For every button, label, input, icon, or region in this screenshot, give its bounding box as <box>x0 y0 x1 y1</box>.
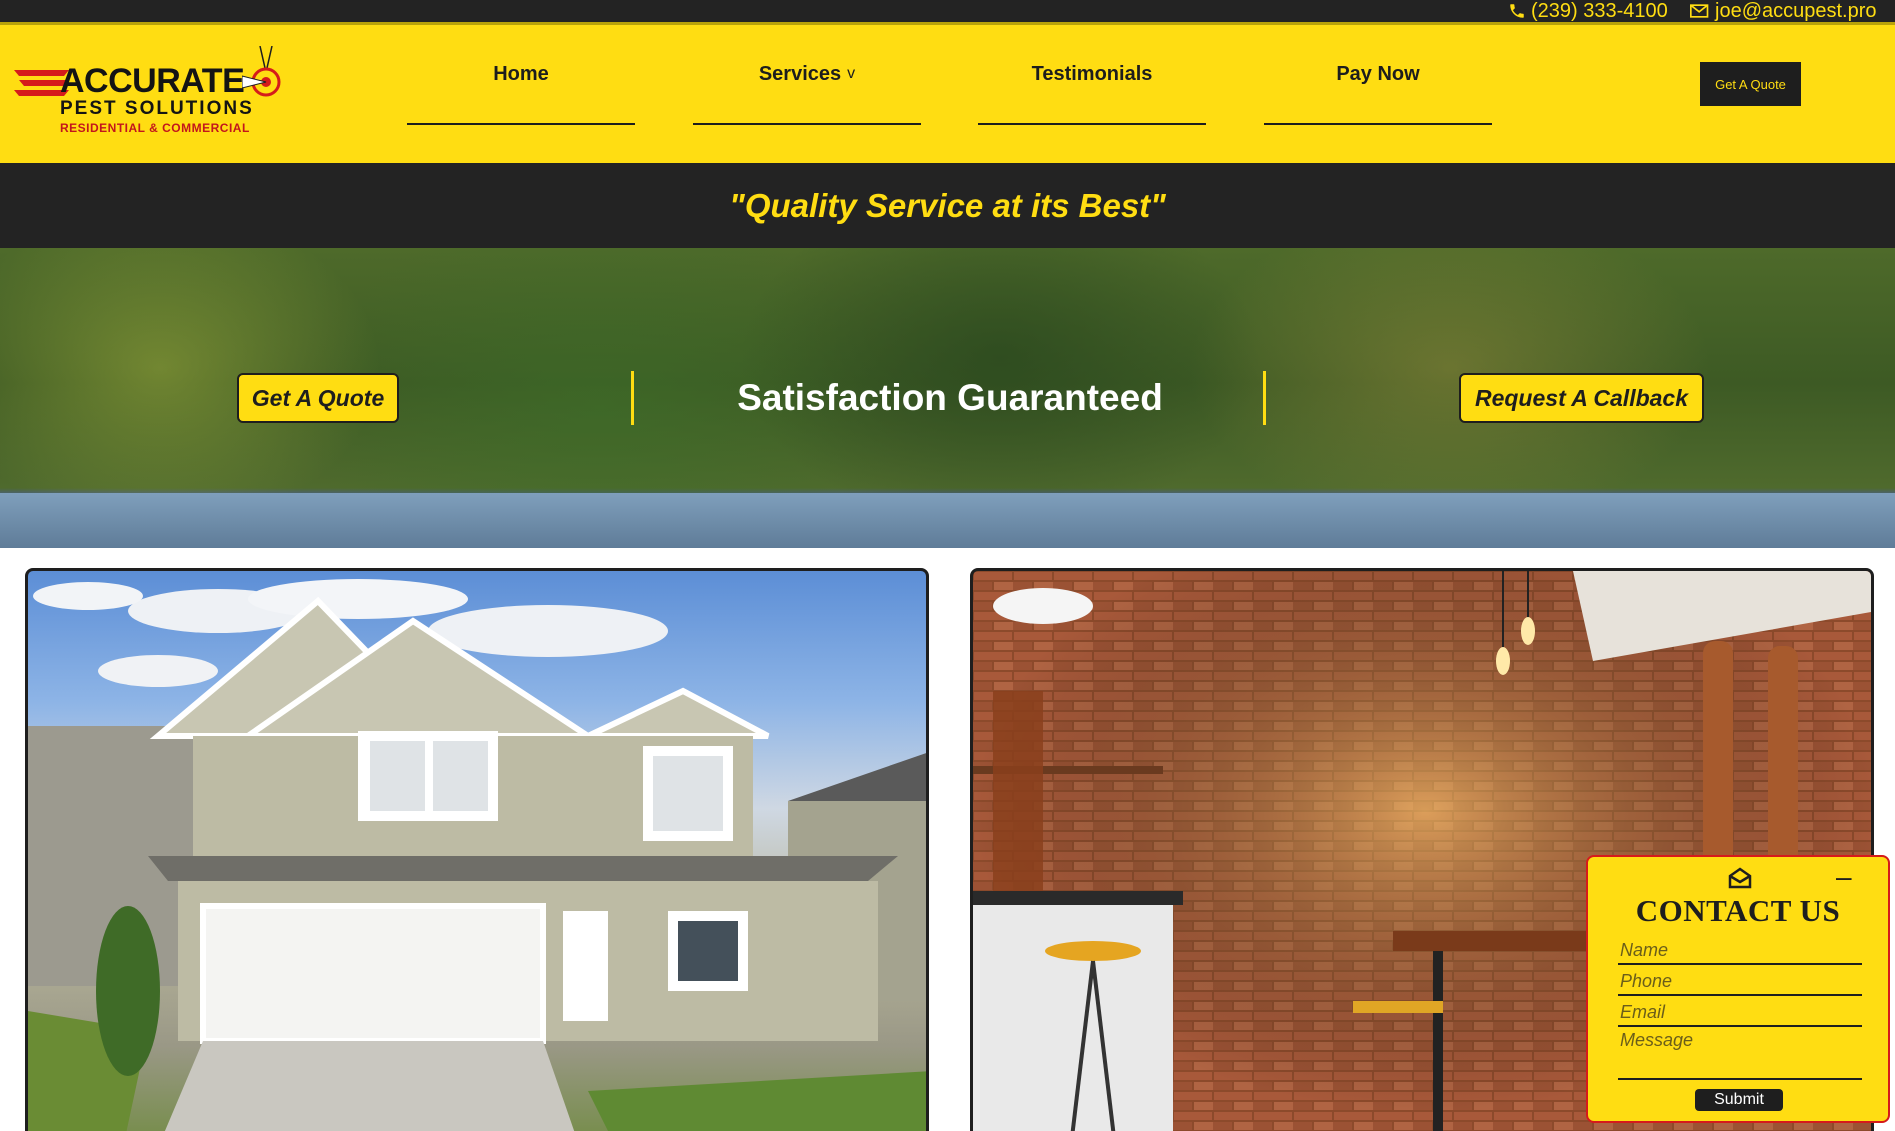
phone-field[interactable] <box>1618 968 1862 996</box>
logo-tagline: RESIDENTIAL & COMMERCIAL <box>60 121 250 135</box>
hero-divider-right <box>1263 371 1266 425</box>
hero-request-callback-button[interactable]: Request A Callback <box>1459 373 1704 423</box>
envelope-icon <box>1690 4 1709 18</box>
email-link[interactable]: joe@accupest.pro <box>1690 0 1877 22</box>
nav-services[interactable]: Services v <box>693 25 921 125</box>
contact-us-widget: – CONTACT US Submit <box>1586 855 1890 1123</box>
site-logo[interactable]: ACCURATE PEST SOLUTIONS RESIDENTIAL & CO… <box>10 40 295 150</box>
contact-widget-title: CONTACT US <box>1635 893 1841 928</box>
tagline-text: "Quality Service at its Best" <box>729 186 1166 224</box>
phone-number: (239) 333-4100 <box>1531 0 1668 22</box>
submit-button[interactable]: Submit <box>1695 1089 1783 1111</box>
email-field[interactable] <box>1618 999 1862 1027</box>
nav-pay-now[interactable]: Pay Now <box>1264 25 1492 125</box>
bug-target-icon <box>242 46 281 97</box>
hero-section: Get A Quote Satisfaction Guaranteed Requ… <box>0 248 1895 548</box>
nav-pay-now-label: Pay Now <box>1336 62 1420 85</box>
logo-subtitle: PEST SOLUTIONS <box>60 98 254 119</box>
header-get-quote-button[interactable]: Get A Quote <box>1700 62 1801 106</box>
minimize-widget-button[interactable]: – <box>1836 861 1852 893</box>
envelope-open-icon <box>1728 867 1752 889</box>
nav-home-label: Home <box>493 62 549 85</box>
nav-testimonials[interactable]: Testimonials <box>978 25 1206 125</box>
site-header: ACCURATE PEST SOLUTIONS RESIDENTIAL & CO… <box>0 25 1895 163</box>
hero-title: Satisfaction Guaranteed <box>737 377 1163 418</box>
residential-image-card[interactable] <box>25 568 929 1131</box>
name-field[interactable] <box>1618 937 1862 965</box>
house-photo <box>28 579 926 1131</box>
hero-divider-left <box>631 371 634 425</box>
nav-services-label: Services <box>758 62 842 85</box>
hero-get-quote-button[interactable]: Get A Quote <box>237 373 399 423</box>
hero-background-ledge <box>0 493 1895 548</box>
chevron-down-icon: v <box>847 65 856 82</box>
nav-home[interactable]: Home <box>407 25 635 125</box>
message-field[interactable] <box>1618 1030 1862 1080</box>
nav-testimonials-label: Testimonials <box>1031 62 1153 85</box>
phone-link[interactable]: (239) 333-4100 <box>1508 0 1668 22</box>
logo-brand-text: ACCURATE <box>60 62 245 100</box>
top-contact-bar: (239) 333-4100 joe@accupest.pro <box>0 0 1895 25</box>
tagline-banner: "Quality Service at its Best" <box>0 163 1895 248</box>
phone-icon <box>1510 4 1524 18</box>
email-address: joe@accupest.pro <box>1715 0 1877 22</box>
